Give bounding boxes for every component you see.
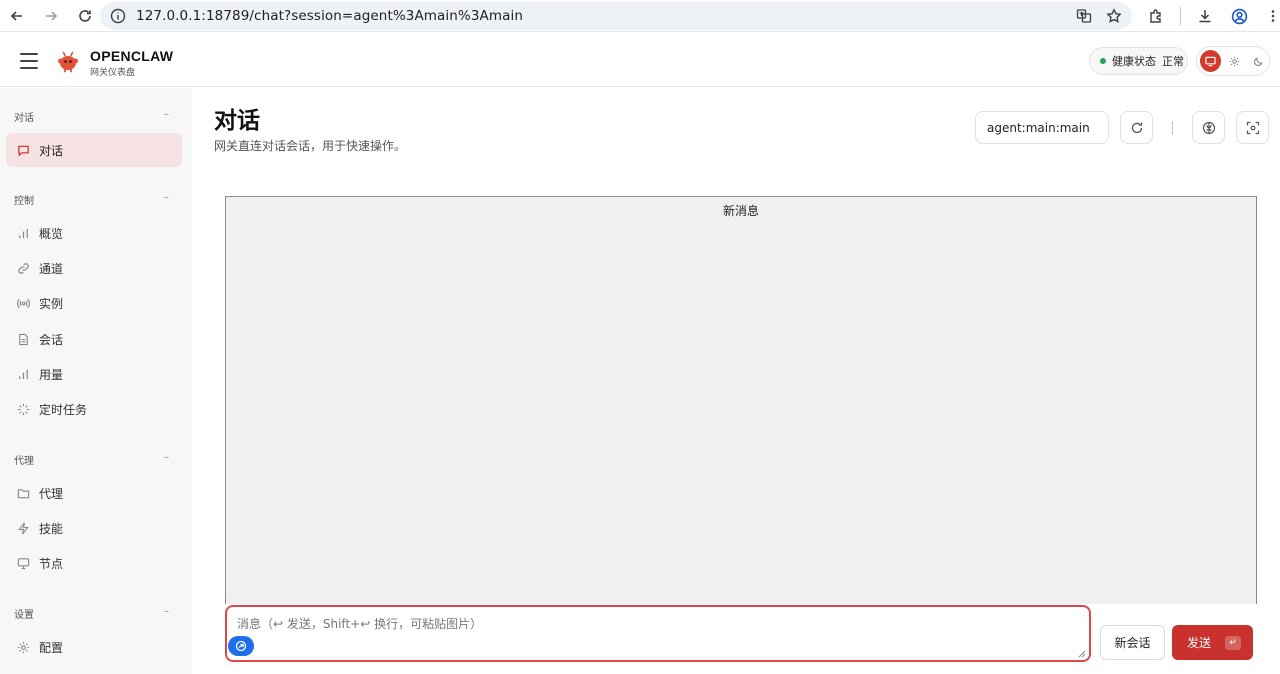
group-label-settings: 设置 <box>14 610 34 621</box>
gear-icon <box>16 640 30 654</box>
sidebar-item-config[interactable]: 配置 <box>6 630 182 664</box>
thinking-toggle-button[interactable] <box>1192 111 1225 144</box>
back-icon[interactable] <box>6 5 28 27</box>
group-label-agents: 代理 <box>14 456 34 467</box>
collapse-agents-group[interactable]: – <box>164 452 169 463</box>
monitor-icon <box>16 556 30 570</box>
chat-bubble-icon <box>16 143 30 157</box>
refresh-icon <box>1131 122 1142 133</box>
menu-toggle-icon[interactable] <box>20 53 38 69</box>
sidebar-item-label: 实例 <box>39 296 64 311</box>
address-bar[interactable]: 127.0.0.1:18789/chat?session=agent%3Amai… <box>100 2 1132 30</box>
brand-title: OPENCLAW <box>90 48 174 64</box>
sidebar-item-label: 会话 <box>39 332 64 347</box>
document-icon <box>16 332 30 346</box>
sidebar-item-chat[interactable]: 对话 <box>6 133 182 167</box>
loader-icon <box>16 402 30 416</box>
sidebar-item-channels[interactable]: 通道 <box>6 251 182 285</box>
theme-switcher <box>1196 46 1270 76</box>
forward-icon[interactable] <box>40 5 62 27</box>
sidebar-item-agents[interactable]: 代理 <box>6 476 182 510</box>
system-theme-icon[interactable] <box>1200 50 1221 72</box>
reload-icon[interactable] <box>74 5 96 27</box>
translate-icon[interactable] <box>1074 6 1094 26</box>
link-icon <box>16 261 30 275</box>
new-messages-indicator[interactable]: 新消息 <box>226 202 1256 219</box>
sidebar-item-cron[interactable]: 定时任务 <box>6 392 182 426</box>
more-menu-icon[interactable] <box>1263 5 1280 27</box>
sidebar-item-sessions[interactable]: 会话 <box>6 322 182 356</box>
status-dot-icon <box>1100 58 1106 64</box>
health-status-badge: 健康状态 正常 <box>1089 47 1188 75</box>
message-composer <box>225 605 1091 662</box>
resize-handle-icon[interactable] <box>1078 650 1086 658</box>
sidebar-item-label: 通道 <box>39 261 64 276</box>
sidebar-item-label: 定时任务 <box>39 402 88 417</box>
bar-chart-icon <box>16 367 30 381</box>
brand-subtitle: 网关仪表盘 <box>90 68 136 78</box>
app-header: OPENCLAW 网关仪表盘 健康状态 正常 <box>0 36 1280 87</box>
sidebar-item-label: 技能 <box>39 521 64 536</box>
sidebar-item-label: 对话 <box>39 143 64 158</box>
folder-icon <box>16 486 30 500</box>
group-label-chat: 对话 <box>14 113 34 124</box>
browser-toolbar: 127.0.0.1:18789/chat?session=agent%3Amai… <box>0 0 1280 32</box>
attachment-extension-icon[interactable] <box>228 636 254 656</box>
health-label: 健康状态 <box>1112 55 1156 68</box>
sidebar-item-instances[interactable]: 实例 <box>6 286 182 320</box>
broadcast-icon <box>16 296 30 310</box>
light-theme-icon[interactable] <box>1224 50 1245 72</box>
focus-icon <box>1246 121 1259 134</box>
sidebar-item-label: 用量 <box>39 367 64 382</box>
bar-chart-icon <box>16 226 30 240</box>
collapse-control-group[interactable]: – <box>164 192 169 203</box>
message-input[interactable] <box>237 615 1077 653</box>
collapse-chat-group[interactable]: – <box>164 109 169 120</box>
sidebar-item-label: 概览 <box>39 226 64 241</box>
page-title: 对话 <box>214 108 260 134</box>
profile-icon[interactable] <box>1229 5 1249 27</box>
openclaw-logo-icon <box>58 51 78 73</box>
sidebar-item-label: 配置 <box>39 640 64 655</box>
send-label: 发送 <box>1187 636 1212 650</box>
bookmark-star-icon[interactable] <box>1104 6 1124 26</box>
new-session-button[interactable]: 新会话 <box>1100 625 1165 660</box>
sidebar: 对话 – 对话 控制 – 概览 通道 实例 会话 用量 定时任务 代理 – 代理… <box>0 88 192 674</box>
group-label-control: 控制 <box>14 196 34 207</box>
sidebar-item-label: 代理 <box>39 486 64 501</box>
brain-icon <box>1202 121 1215 134</box>
session-selector[interactable]: agent:main:main <box>975 111 1109 144</box>
chat-thread[interactable]: 新消息 <box>225 196 1257 674</box>
download-icon[interactable] <box>1195 5 1215 27</box>
focus-mode-button[interactable] <box>1236 111 1269 144</box>
health-value: 正常 <box>1162 55 1184 68</box>
refresh-button[interactable] <box>1120 111 1153 144</box>
extensions-icon[interactable] <box>1146 5 1166 27</box>
page-subtitle: 网关直连对话会话，用于快速操作。 <box>214 139 407 153</box>
lightning-icon <box>16 521 30 535</box>
dark-theme-icon[interactable] <box>1248 50 1269 72</box>
sidebar-item-nodes[interactable]: 节点 <box>6 546 182 580</box>
sidebar-item-skills[interactable]: 技能 <box>6 511 182 545</box>
toolbar-divider <box>1180 7 1181 25</box>
enter-key-icon: ↵ <box>1225 635 1242 650</box>
send-button[interactable]: 发送 ↵ <box>1172 625 1253 660</box>
toolbar-divider <box>1172 121 1173 135</box>
collapse-settings-group[interactable]: – <box>164 606 169 617</box>
address-url[interactable]: 127.0.0.1:18789/chat?session=agent%3Amai… <box>136 8 523 24</box>
sidebar-item-label: 节点 <box>39 556 64 571</box>
sidebar-item-usage[interactable]: 用量 <box>6 357 182 391</box>
site-info-icon[interactable] <box>110 8 126 24</box>
sidebar-item-overview[interactable]: 概览 <box>6 216 182 250</box>
